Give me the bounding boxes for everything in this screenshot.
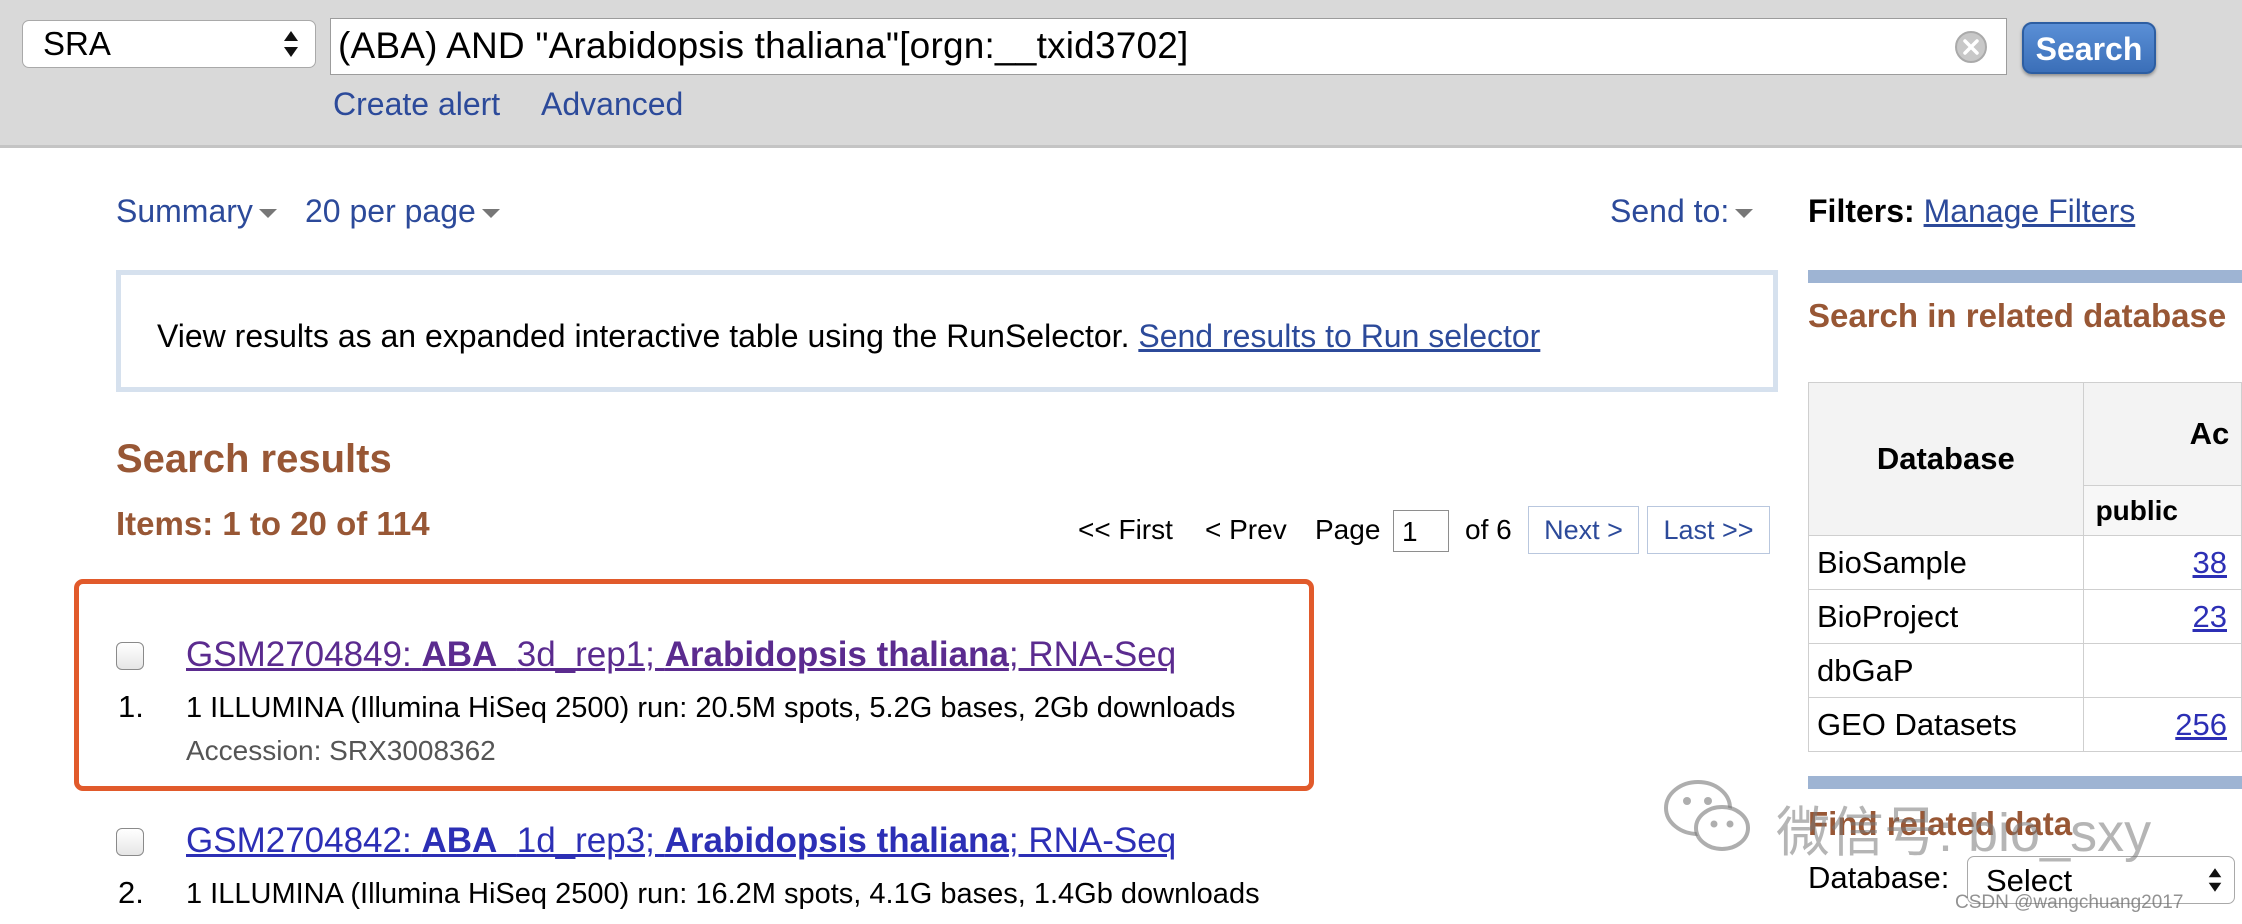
database-count-link[interactable]: 23 — [2193, 599, 2227, 634]
send-to-run-selector-link[interactable]: Send results to Run selector — [1138, 318, 1540, 354]
related-databases-heading: Search in related database — [1808, 297, 2227, 334]
pager-next-button[interactable]: Next > — [1528, 506, 1639, 554]
table-row: GEO Datasets 256 — [1808, 697, 2242, 752]
clear-search-icon[interactable] — [1954, 30, 1988, 64]
database-count-link[interactable]: 256 — [2175, 707, 2227, 742]
database-name: BioSample — [1808, 535, 2084, 590]
database-name: dbGaP — [1808, 643, 2084, 698]
filters-label: Filters: — [1808, 193, 1915, 229]
search-bar: SRA (ABA) AND "Arabidopsis thaliana"[org… — [0, 0, 2242, 148]
per-page-label: 20 per page — [305, 193, 476, 229]
search-input[interactable]: (ABA) AND "Arabidopsis thaliana"[orgn:__… — [330, 18, 2007, 75]
items-count: Items: 1 to 20 of 114 — [116, 505, 430, 542]
result-description: 1 ILLUMINA (Illumina HiSeq 2500) run: 16… — [186, 878, 1260, 910]
wechat-logo-icon — [1664, 780, 1750, 851]
result-description: 1 ILLUMINA (Illumina HiSeq 2500) run: 20… — [186, 692, 1236, 724]
table-header-database: Database — [1808, 382, 2084, 536]
result-title-bold: ABA_ — [421, 821, 517, 860]
result-title-text: 3d_rep1; — [516, 635, 665, 674]
result-id: GSM2704849: — [186, 635, 422, 674]
csdn-watermark: CSDN @wangchuang2017 — [1955, 892, 2184, 913]
result-title-suffix: ; RNA-Seq — [1008, 635, 1177, 674]
search-query-text: (ABA) AND "Arabidopsis thaliana"[orgn:__… — [338, 25, 1189, 66]
table-header-public: public — [2082, 485, 2242, 536]
result-title-bold: ABA_ — [421, 635, 517, 674]
format-label: Summary — [116, 193, 253, 229]
chevron-down-icon — [1735, 209, 1754, 219]
result-id: GSM2704842: — [186, 821, 422, 860]
result-organism: Arabidopsis thaliana — [664, 635, 1009, 674]
manage-filters-link[interactable]: Manage Filters — [1924, 193, 2136, 229]
format-dropdown[interactable]: Summary — [116, 193, 277, 230]
send-to-dropdown[interactable]: Send to: — [1610, 193, 1754, 230]
sidebar-divider — [1808, 270, 2242, 283]
chevron-down-icon — [258, 209, 277, 219]
page-number-input[interactable]: 1 — [1393, 510, 1449, 552]
result-organism: Arabidopsis thaliana — [664, 821, 1009, 860]
table-row: dbGaP — [1808, 643, 2242, 698]
table-header-group: Ac — [2082, 382, 2242, 486]
database-select[interactable]: SRA — [22, 20, 316, 68]
select-arrows-icon — [2208, 868, 2222, 892]
run-selector-notice: View results as an expanded interactive … — [116, 270, 1778, 392]
pager-last-button[interactable]: Last >> — [1647, 506, 1770, 554]
result-title-link[interactable]: GSM2704849: ABA_3d_rep1; Arabidopsis tha… — [186, 635, 1176, 675]
per-page-dropdown[interactable]: 20 per page — [305, 193, 500, 230]
database-name: GEO Datasets — [1808, 697, 2084, 752]
table-row: BioSample 38 — [1808, 535, 2242, 590]
notice-text: View results as an expanded interactive … — [157, 318, 1130, 354]
wechat-watermark: 微信号: bio_sxy — [1776, 803, 2152, 863]
related-databases-table: Database Ac public BioSample 38 BioProje… — [1808, 382, 2242, 752]
result-accession: Accession: SRX3008362 — [186, 735, 496, 766]
pager-of-label: of 6 — [1465, 514, 1512, 545]
create-alert-link[interactable]: Create alert — [333, 86, 500, 123]
result-title-text: 1d_rep3; — [516, 821, 665, 860]
result-checkbox[interactable] — [116, 642, 144, 670]
filters-row: Filters: Manage Filters — [1808, 193, 2135, 230]
result-checkbox[interactable] — [116, 828, 144, 856]
result-title-suffix: ; RNA-Seq — [1008, 821, 1177, 860]
database-count-link[interactable]: 38 — [2193, 545, 2227, 580]
table-row: BioProject 23 — [1808, 589, 2242, 644]
pager-first[interactable]: << First — [1078, 514, 1173, 546]
result-number: 2. — [118, 875, 144, 910]
search-results-heading: Search results — [116, 437, 392, 481]
result-title-link[interactable]: GSM2704842: ABA_1d_rep3; Arabidopsis tha… — [186, 821, 1176, 861]
database-select-value: SRA — [43, 25, 111, 62]
send-to-label: Send to: — [1610, 193, 1730, 229]
advanced-search-link[interactable]: Advanced — [541, 86, 683, 123]
database-name: BioProject — [1808, 589, 2084, 644]
select-arrows-icon — [284, 31, 298, 57]
result-number: 1. — [118, 689, 144, 724]
pager-prev[interactable]: < Prev — [1205, 514, 1287, 546]
pager-page-label: Page — [1315, 514, 1381, 545]
chevron-down-icon — [481, 209, 500, 219]
search-button[interactable]: Search — [2022, 22, 2156, 74]
